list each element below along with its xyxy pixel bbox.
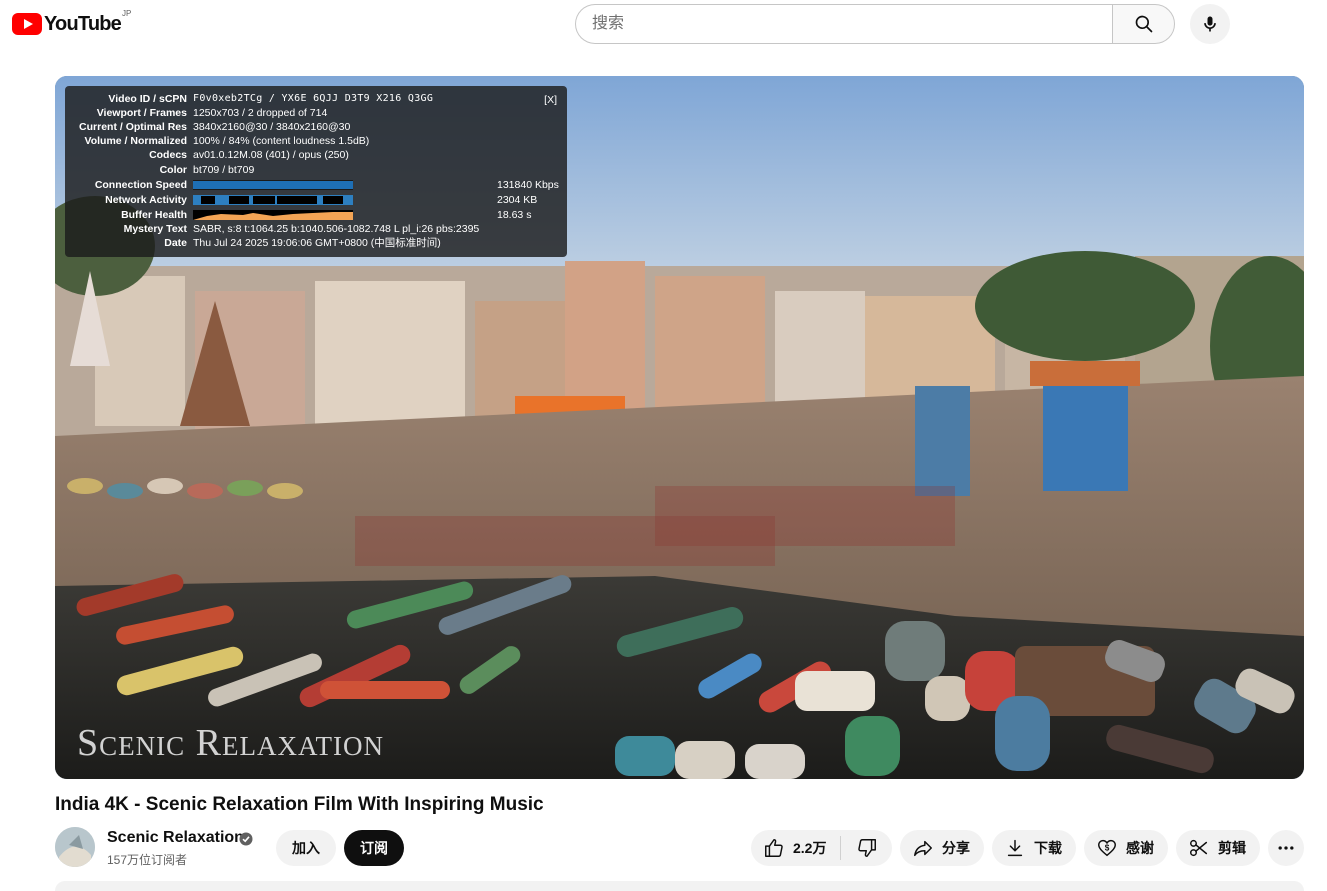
stat-label: Video ID / sCPN xyxy=(108,93,187,105)
thumbs-down-icon xyxy=(857,839,876,857)
stat-row-volume: Volume / Normalized 100% / 84% (content … xyxy=(65,134,567,148)
stat-row-network-activity: Network Activity 2304 KB xyxy=(65,193,567,207)
search-icon xyxy=(1135,15,1152,33)
stat-value: av01.0.12M.08 (401) / opus (250) xyxy=(193,149,349,161)
stat-label: Buffer Health xyxy=(121,209,187,221)
mic-icon xyxy=(1204,16,1216,32)
stat-label: Date xyxy=(164,237,187,249)
channel-avatar[interactable] xyxy=(55,827,95,867)
stat-value: bt709 / bt709 xyxy=(193,164,255,176)
stat-label: Mystery Text xyxy=(123,223,187,235)
stat-row-connection-speed: Connection Speed 131840 Kbps xyxy=(65,178,567,192)
stat-label: Codecs xyxy=(149,149,187,161)
clip-button[interactable]: 剪辑 xyxy=(1176,830,1260,866)
video-player[interactable]: [X] Video ID / sCPN F0v0xeb2TCg / YX6E 6… xyxy=(55,76,1304,779)
stat-label: Network Activity xyxy=(105,194,187,206)
dislike-button[interactable] xyxy=(841,830,892,866)
heart-dollar-icon: $ xyxy=(1098,839,1116,857)
search-button[interactable] xyxy=(1112,4,1175,44)
stats-for-nerds-panel: [X] Video ID / sCPN F0v0xeb2TCg / YX6E 6… xyxy=(65,86,567,257)
share-icon xyxy=(914,840,932,857)
stat-row-viewport: Viewport / Frames 1250x703 / 2 dropped o… xyxy=(65,106,567,120)
stat-value: 2304 KB xyxy=(497,194,538,206)
stat-label: Volume / Normalized xyxy=(84,135,188,147)
thanks-label: 感谢 xyxy=(1126,840,1154,856)
logo-text: YouTube xyxy=(44,12,122,35)
more-actions-button[interactable] xyxy=(1268,830,1304,866)
scissors-icon xyxy=(1190,839,1208,857)
like-button[interactable]: 2.2万 xyxy=(751,830,840,866)
stat-label: Connection Speed xyxy=(94,179,187,191)
buffer-health-graph xyxy=(193,210,353,220)
subscribe-button[interactable]: 订阅 xyxy=(344,830,404,866)
download-icon xyxy=(1007,839,1023,857)
share-label: 分享 xyxy=(942,840,970,856)
stat-label: Color xyxy=(159,164,187,176)
share-button[interactable]: 分享 xyxy=(900,830,984,866)
network-activity-graph xyxy=(193,195,353,205)
like-count: 2.2万 xyxy=(793,840,827,856)
clip-label: 剪辑 xyxy=(1218,840,1246,856)
stat-label: Viewport / Frames xyxy=(96,107,187,119)
thanks-button[interactable]: $ 感谢 xyxy=(1084,830,1168,866)
stat-row-codecs: Codecs av01.0.12M.08 (401) / opus (250) xyxy=(65,148,567,162)
stat-value: 1250x703 / 2 dropped of 714 xyxy=(193,107,328,119)
channel-avatar-image xyxy=(55,827,95,867)
stat-value: SABR, s:8 t:1064.25 b:1040.506-1082.748 … xyxy=(193,223,480,235)
like-dislike-group: 2.2万 xyxy=(751,830,892,866)
stat-row-video-id: Video ID / sCPN F0v0xeb2TCg / YX6E 6QJJ … xyxy=(65,92,567,106)
verified-badge-icon xyxy=(239,832,253,846)
stat-row-resolution: Current / Optimal Res 3840x2160@30 / 384… xyxy=(65,120,567,134)
more-horizontal-icon xyxy=(1278,846,1294,850)
download-label: 下载 xyxy=(1034,840,1062,856)
stat-row-mystery-text: Mystery Text SABR, s:8 t:1064.25 b:1040.… xyxy=(65,222,567,236)
stat-value: 131840 Kbps xyxy=(497,179,559,191)
thumbs-up-icon xyxy=(765,839,783,857)
search-bar xyxy=(575,4,1175,44)
stat-label: Current / Optimal Res xyxy=(79,121,187,133)
video-watermark: Scenic Relaxation xyxy=(77,722,384,764)
masthead: YouTube JP xyxy=(0,0,1327,52)
svg-text:$: $ xyxy=(1105,843,1110,852)
channel-name-link[interactable]: Scenic Relaxation xyxy=(107,829,244,847)
description-box-edge[interactable] xyxy=(55,881,1304,891)
stat-row-date: Date Thu Jul 24 2025 19:06:06 GMT+0800 (… xyxy=(65,236,567,250)
search-input[interactable] xyxy=(575,4,1112,44)
logo-region-code: JP xyxy=(122,9,132,18)
video-title: India 4K - Scenic Relaxation Film With I… xyxy=(55,794,544,815)
join-button[interactable]: 加入 xyxy=(276,830,336,866)
stat-row-buffer-health: Buffer Health 18.63 s xyxy=(65,208,567,222)
stat-value: 18.63 s xyxy=(497,209,532,221)
stat-value: 100% / 84% (content loudness 1.5dB) xyxy=(193,135,370,147)
voice-search-button[interactable] xyxy=(1190,4,1230,44)
subscriber-count: 157万位订阅者 xyxy=(107,853,188,867)
download-button[interactable]: 下载 xyxy=(992,830,1076,866)
stat-value: F0v0xeb2TCg / YX6E 6QJJ D3T9 X216 Q3GG xyxy=(193,93,434,104)
stat-value: Thu Jul 24 2025 19:06:06 GMT+0800 (中国标准时… xyxy=(193,237,441,249)
connection-speed-graph xyxy=(193,180,353,190)
youtube-logo[interactable]: YouTube JP xyxy=(12,9,131,36)
youtube-play-icon xyxy=(12,13,42,35)
stat-row-color: Color bt709 / bt709 xyxy=(65,163,567,177)
stat-value: 3840x2160@30 / 3840x2160@30 xyxy=(193,121,351,133)
